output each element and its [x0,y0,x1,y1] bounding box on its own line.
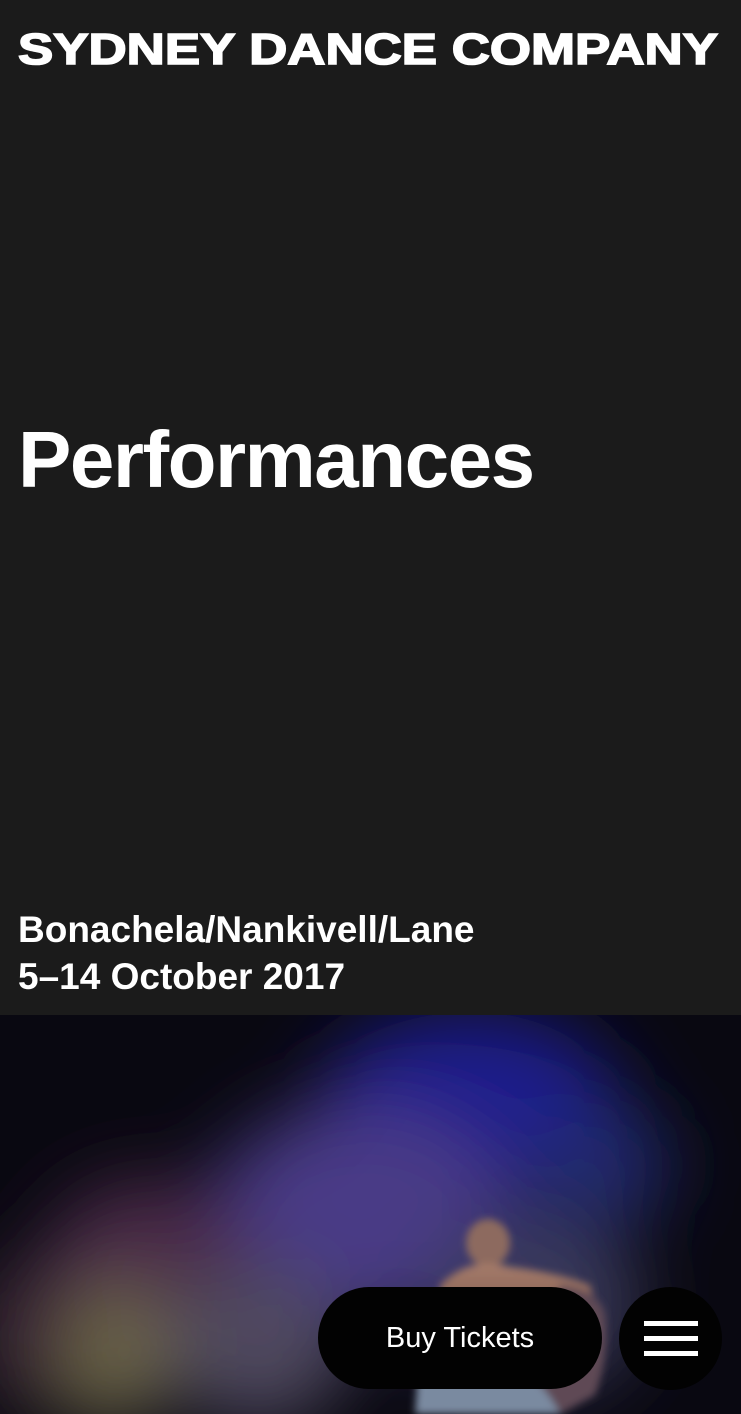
show-name: Bonachela/Nankivell/Lane [18,909,475,950]
buy-tickets-button[interactable]: Buy Tickets [318,1287,602,1389]
site-logo[interactable]: SYDNEY DANCE COMPANY [18,26,723,70]
logo-wordmark: SYDNEY DANCE COMPANY [18,26,719,70]
logo-text: SYDNEY DANCE COMPANY [18,26,718,70]
page: SYDNEY DANCE COMPANY Performances Bonach… [0,0,741,1414]
menu-button[interactable] [619,1287,722,1390]
page-title: Performances [18,415,535,504]
show-dates: 5–14 October 2017 [18,956,346,997]
show-info: Bonachela/Nankivell/Lane 5–14 October 20… [18,906,475,1000]
hamburger-menu-icon [643,1320,698,1356]
